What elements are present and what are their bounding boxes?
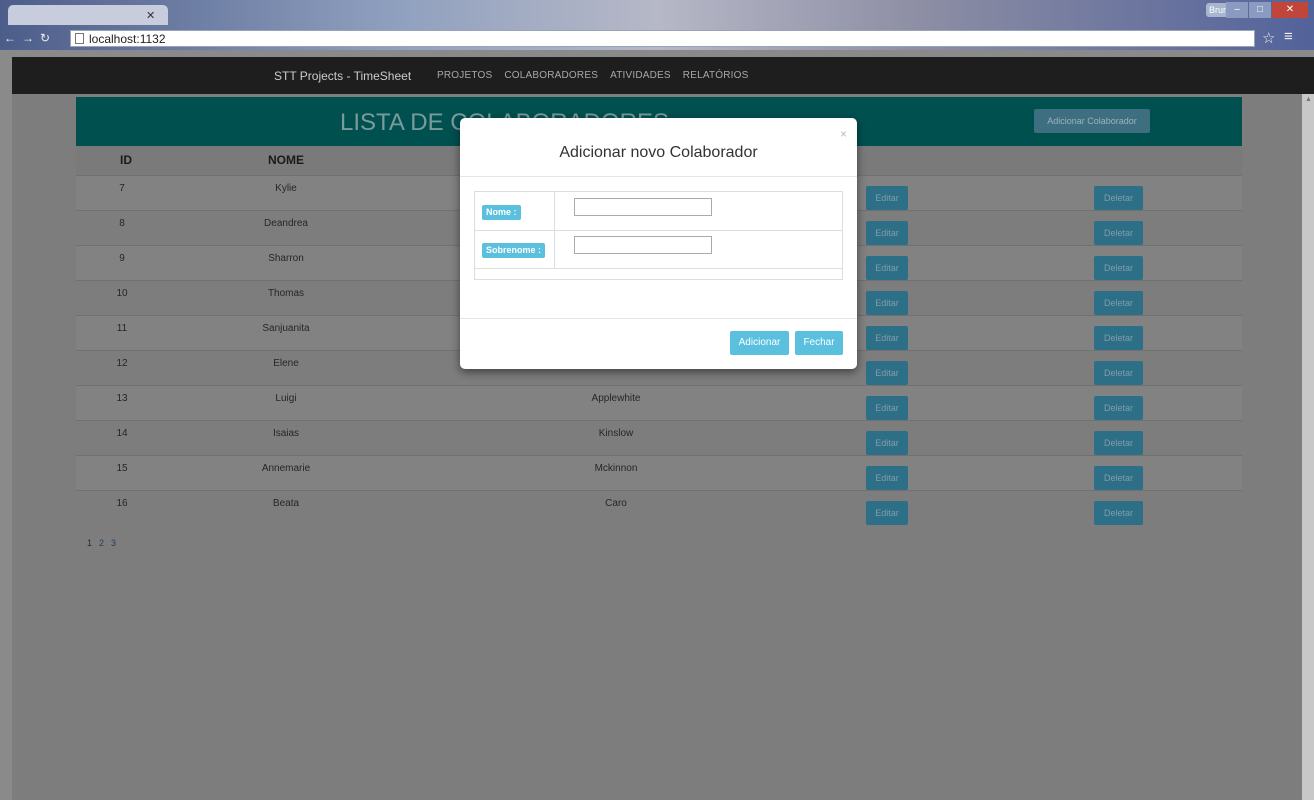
cell-id: 11 (116, 323, 128, 334)
cell-id: 14 (116, 428, 128, 439)
page-link-3[interactable]: 3 (111, 538, 116, 548)
table-row: 14 Isaias Kinslow Editar Deletar (76, 420, 1242, 455)
window-close-icon[interactable]: ✕ (1272, 2, 1308, 18)
cell-nome: Beata (272, 498, 300, 509)
close-button[interactable]: Fechar (795, 331, 843, 355)
star-icon[interactable]: ☆ (1262, 29, 1275, 47)
cell-id: 7 (119, 183, 125, 194)
delete-button[interactable]: Deletar (1094, 256, 1143, 280)
app-navbar: STT Projects - TimeSheet PROJETOS COLABO… (12, 57, 1314, 94)
delete-button[interactable]: Deletar (1094, 186, 1143, 210)
page-link-2[interactable]: 2 (99, 538, 104, 548)
refresh-icon[interactable]: ↻ (40, 31, 50, 45)
cell-nome: Sanjuanita (262, 323, 310, 334)
cell-nome: Elene (273, 358, 299, 369)
edit-button[interactable]: Editar (866, 361, 908, 385)
pagination: 1 2 3 (87, 538, 116, 548)
cell-id: 8 (119, 218, 125, 229)
delete-button[interactable]: Deletar (1094, 396, 1143, 420)
form-table: Nome : Sobrenome : (474, 191, 843, 280)
delete-button[interactable]: Deletar (1094, 221, 1143, 245)
add-collaborator-modal: × Adicionar novo Colaborador Nome : Sobr… (460, 118, 857, 369)
modal-footer-divider (460, 318, 857, 319)
cell-id: 15 (116, 463, 128, 474)
tab-close-icon[interactable]: ✕ (146, 9, 155, 22)
cell-sobrenome: Mckinnon (594, 463, 638, 474)
delete-button[interactable]: Deletar (1094, 466, 1143, 490)
modal-title: Adicionar novo Colaborador (559, 144, 758, 161)
submit-button[interactable]: Adicionar (730, 331, 789, 355)
cell-nome: Thomas (267, 288, 305, 299)
cell-nome: Sharron (268, 253, 304, 264)
cell-sobrenome: Caro (605, 498, 627, 509)
edit-button[interactable]: Editar (866, 501, 908, 525)
minimize-icon[interactable]: – (1226, 2, 1248, 18)
sobrenome-input[interactable] (574, 236, 712, 254)
form-row-sobrenome: Sobrenome : (475, 231, 842, 269)
nav-item-colaboradores[interactable]: COLABORADORES (504, 70, 598, 81)
forward-arrow-icon[interactable]: → (22, 31, 34, 45)
cell-sobrenome: Applewhite (591, 393, 641, 404)
delete-button[interactable]: Deletar (1094, 501, 1143, 525)
cell-id: 10 (116, 288, 128, 299)
delete-button[interactable]: Deletar (1094, 326, 1143, 350)
page-link-1[interactable]: 1 (87, 538, 92, 548)
browser-nav: ← → ↻ (4, 31, 50, 45)
window-controls: – □ ✕ (1226, 2, 1308, 18)
form-row-nome: Nome : (475, 192, 842, 231)
cell-nome: Deandrea (264, 218, 308, 229)
cell-nome: Isaias (272, 428, 300, 439)
column-header-nome: NOME (268, 153, 304, 167)
table-row: 16 Beata Caro Editar Deletar (76, 490, 1242, 525)
cell-sobrenome: Kinslow (598, 428, 634, 439)
cell-nome: Kylie (275, 183, 297, 194)
cell-id: 13 (116, 393, 128, 404)
nav-item-relatorios[interactable]: RELATÓRIOS (683, 70, 749, 81)
brand-link[interactable]: STT Projects - TimeSheet (274, 69, 411, 83)
cell-nome: Luigi (275, 393, 297, 404)
modal-close-icon[interactable]: × (840, 127, 847, 141)
modal-divider (460, 176, 857, 177)
cell-id: 9 (119, 253, 125, 264)
nome-label: Nome : (482, 205, 521, 220)
sobrenome-label: Sobrenome : (482, 243, 546, 258)
nav-item-atividades[interactable]: ATIVIDADES (610, 70, 671, 81)
form-column-divider (554, 192, 555, 269)
back-arrow-icon[interactable]: ← (4, 31, 16, 45)
address-bar[interactable]: localhost:1132 (70, 30, 1255, 47)
delete-button[interactable]: Deletar (1094, 431, 1143, 455)
edit-button[interactable]: Editar (866, 396, 908, 420)
cell-id: 16 (116, 498, 128, 509)
url-text[interactable]: localhost:1132 (89, 32, 166, 46)
column-header-id: ID (120, 153, 132, 167)
browser-chrome: ✕ Bruno – □ ✕ ← → ↻ localhost:1132 ☆ ≡ (0, 0, 1314, 50)
menu-icon[interactable]: ≡ (1284, 28, 1293, 45)
edit-button[interactable]: Editar (866, 256, 908, 280)
cell-id: 12 (116, 358, 128, 369)
delete-button[interactable]: Deletar (1094, 291, 1143, 315)
scrollbar[interactable]: ▲ (1302, 94, 1314, 800)
browser-tab[interactable]: ✕ (8, 5, 168, 25)
maximize-icon[interactable]: □ (1249, 2, 1271, 18)
cell-nome: Annemarie (261, 463, 311, 474)
nav-menu: PROJETOS COLABORADORES ATIVIDADES RELATÓ… (437, 70, 749, 81)
scroll-up-icon[interactable]: ▲ (1305, 96, 1312, 103)
edit-button[interactable]: Editar (866, 431, 908, 455)
edit-button[interactable]: Editar (866, 291, 908, 315)
edit-button[interactable]: Editar (866, 466, 908, 490)
nome-input[interactable] (574, 198, 712, 216)
nav-item-projetos[interactable]: PROJETOS (437, 70, 492, 81)
table-row: 13 Luigi Applewhite Editar Deletar (76, 385, 1242, 420)
edit-button[interactable]: Editar (866, 186, 908, 210)
table-row: 15 Annemarie Mckinnon Editar Deletar (76, 455, 1242, 490)
edit-button[interactable]: Editar (866, 221, 908, 245)
edit-button[interactable]: Editar (866, 326, 908, 350)
delete-button[interactable]: Deletar (1094, 361, 1143, 385)
page-icon (75, 33, 84, 44)
add-collaborator-button[interactable]: Adicionar Colaborador (1034, 109, 1150, 133)
